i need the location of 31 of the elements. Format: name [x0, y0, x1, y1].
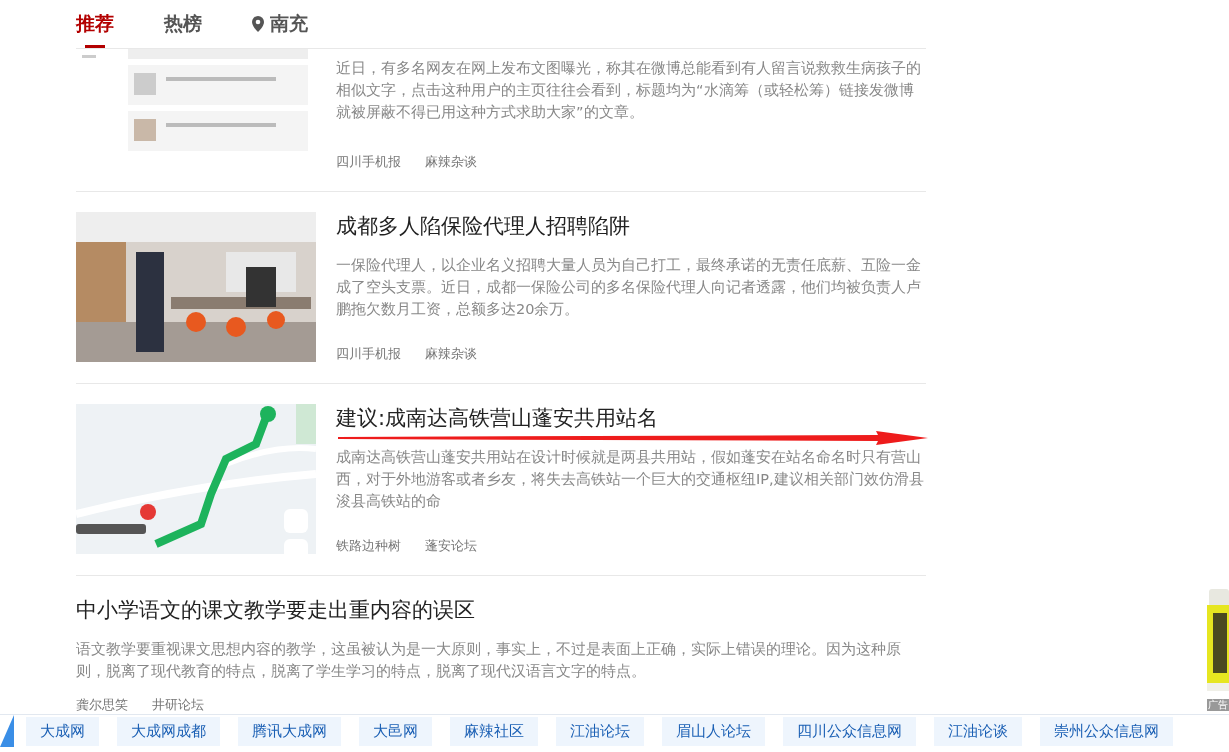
site-link[interactable]: 腾讯大成网 [238, 716, 341, 746]
source-tag[interactable]: 四川手机报 [336, 345, 401, 363]
source-tag[interactable]: 蓬安论坛 [425, 537, 477, 555]
article-summary: 近日，有多名网友在网上发布文图曝光，称其在微博总能看到有人留言说救救生病孩子的相似文字，点击这种用户的主页往往会看到，标题均为“水滴筹（或轻松筹）链接发微博就被屏蔽不得已用这种方式求助大家”的文章。 [336, 59, 922, 122]
site-link[interactable]: 大成网成都 [117, 716, 220, 746]
article-summary: 一保险代理人，以企业名义招聘大量人员为自己打工，最终承诺的无责任底薪、五险一金成了空头支票。近日，成都一保险公司的多名保险代理人向记者透露，他们均被负责人卢鹏拖欠数月工资，总额多达20余万。 [336, 256, 922, 319]
tab[interactable]: 南充 [252, 0, 308, 48]
source-tag[interactable]: 麻辣杂谈 [425, 345, 477, 363]
site-link[interactable]: 大成网 [26, 716, 99, 746]
source-tag[interactable]: 麻辣杂谈 [425, 153, 477, 171]
site-link[interactable]: 崇州公众信息网 [1040, 716, 1173, 746]
source-tag[interactable]: 四川手机报 [336, 153, 401, 171]
article-summary: 语文教学要重视课文思想内容的教学，这虽被认为是一大原则，事实上，不过是表面上正确，实际上错误的理论。因为这种原则，脱离了现代教育的特点，脱离了学生学习的特点，脱离了现代汉语言文字的特点。 [76, 640, 902, 681]
site-link[interactable]: 江油论坛 [556, 716, 644, 746]
location-pin-icon [252, 16, 264, 32]
tab[interactable]: 推荐 [76, 0, 114, 48]
site-link[interactable]: 江油论谈 [934, 716, 1022, 746]
source-tag[interactable]: 井研论坛 [152, 696, 204, 714]
ad-label: 广告 [1207, 699, 1229, 711]
article-summary: 成南达高铁营山蓬安共用站在设计时候就是两县共用站，假如蓬安在站名命名时只有营山西，对于外地游客或者乡友，将失去高铁站一个巨大的交通枢纽IP,建议相关部门效仿滑县浚县高铁站的命 [336, 448, 925, 511]
article-title[interactable]: 中小学语文的课文教学要走出重内容的误区 [76, 596, 475, 624]
tab-accent [0, 715, 14, 747]
site-link[interactable]: 大邑网 [359, 716, 432, 746]
article-title[interactable]: 建议:成南达高铁营山蓬安共用站名 [336, 404, 659, 432]
source-tag[interactable]: 龚尔思笑 [76, 696, 128, 714]
tab[interactable]: 热榜 [164, 0, 202, 48]
site-link[interactable]: 四川公众信息网 [783, 716, 916, 746]
site-link[interactable]: 眉山人论坛 [662, 716, 765, 746]
article-title[interactable]: 成都多人陷保险代理人招聘陷阱 [336, 212, 630, 240]
site-link[interactable]: 麻辣社区 [450, 716, 538, 746]
source-tag[interactable]: 铁路边种树 [336, 537, 401, 555]
